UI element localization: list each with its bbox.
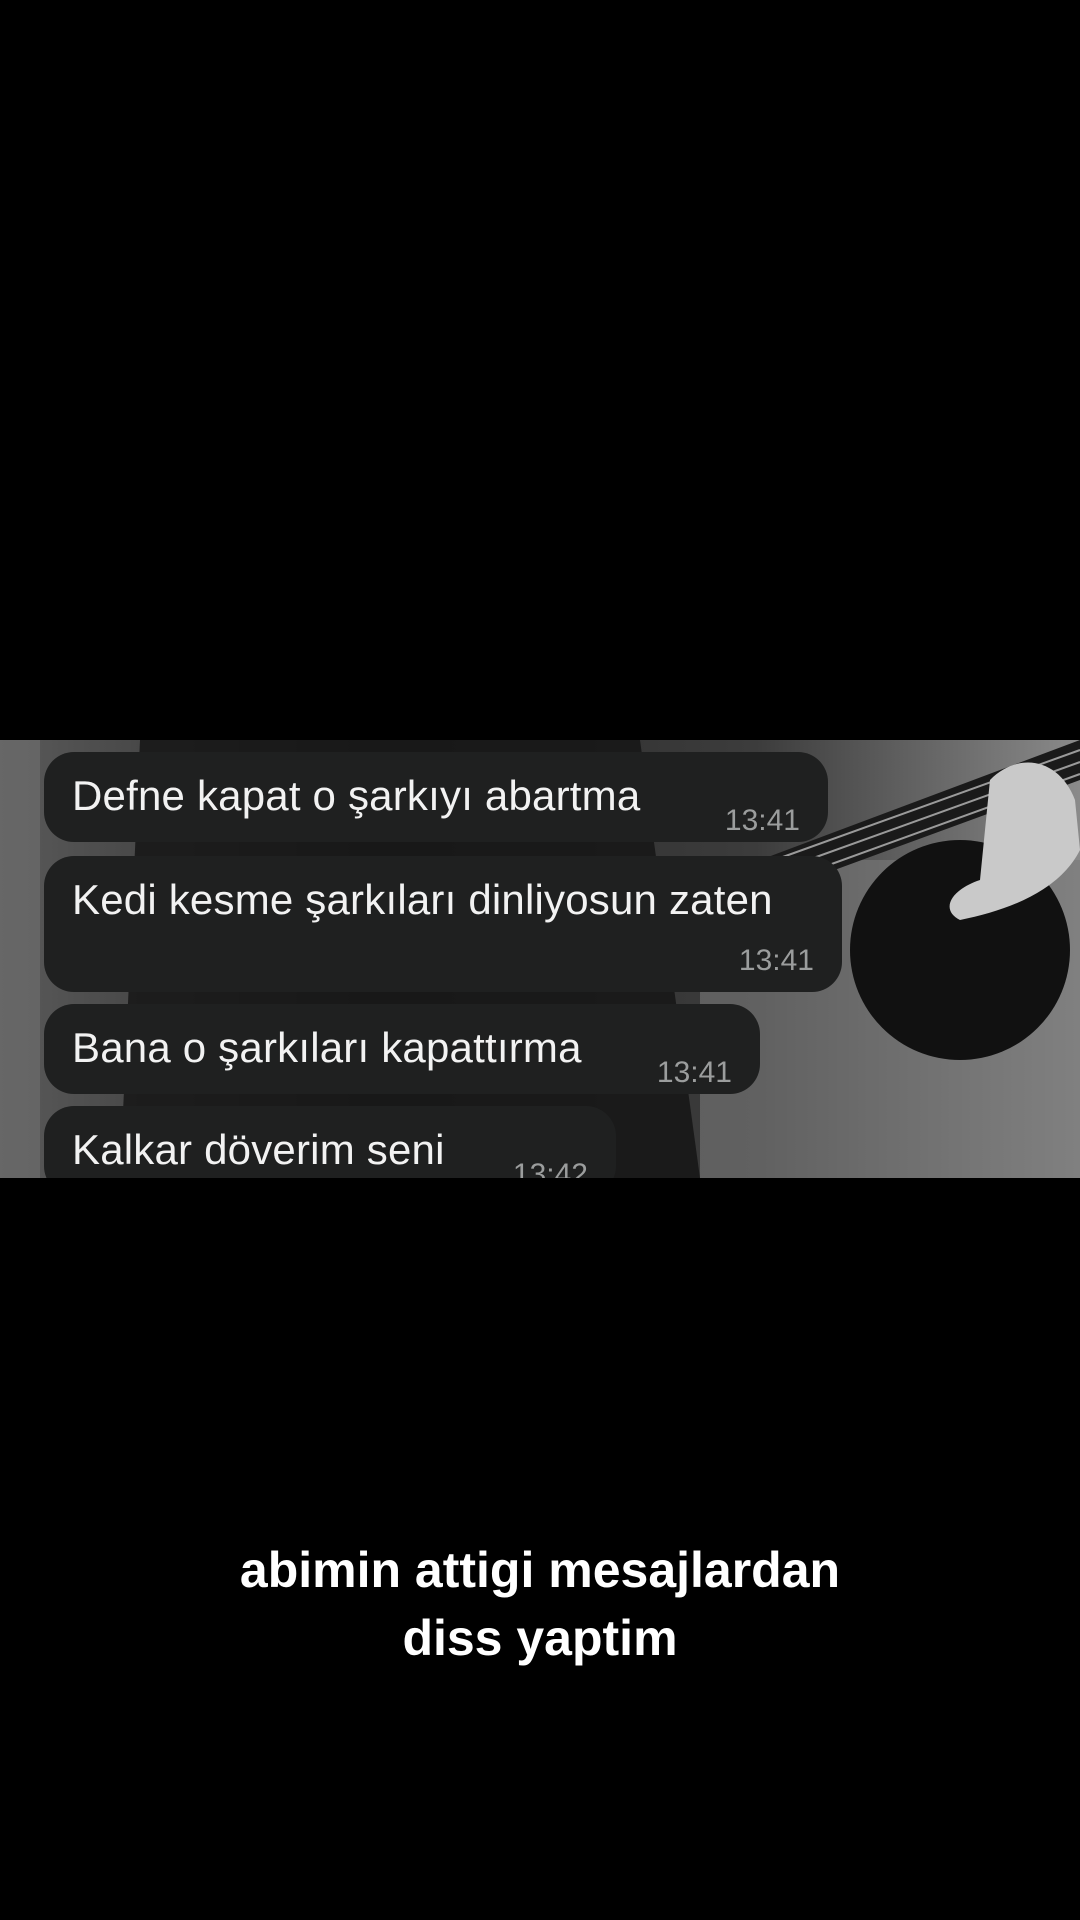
message-bubble[interactable]: Kedi kesme şarkıları dinliyosun zaten 13…: [44, 856, 842, 992]
message-bubble[interactable]: Kalkar döverim seni 13:42: [44, 1106, 616, 1178]
message-text: Kedi kesme şarkıları dinliyosun zaten: [72, 876, 773, 923]
message-timestamp: 13:41: [738, 944, 814, 977]
caption-line: diss yaptim: [402, 1610, 678, 1666]
message-text: Kalkar döverim seni: [72, 1126, 445, 1173]
message-timestamp: 13:42: [512, 1158, 588, 1178]
message-timestamp: 13:41: [724, 804, 800, 837]
message-text: Bana o şarkıları kapattırma: [72, 1024, 582, 1071]
message-bubble[interactable]: Bana o şarkıları kapattırma 13:41: [44, 1004, 760, 1094]
message-text: Defne kapat o şarkıyı abartma: [72, 772, 641, 819]
video-caption: abimin attigi mesajlardan diss yaptim: [0, 1536, 1080, 1672]
message-timestamp: 13:41: [656, 1056, 732, 1089]
video-frame: Defne kapat o şarkıyı abartma 13:41 Kedi…: [0, 740, 1080, 1178]
caption-line: abimin attigi mesajlardan: [239, 1542, 841, 1598]
video-screen: { "chat": { "messages": [ { "text": "Def…: [0, 0, 1080, 1920]
message-bubble[interactable]: Defne kapat o şarkıyı abartma 13:41: [44, 752, 828, 842]
